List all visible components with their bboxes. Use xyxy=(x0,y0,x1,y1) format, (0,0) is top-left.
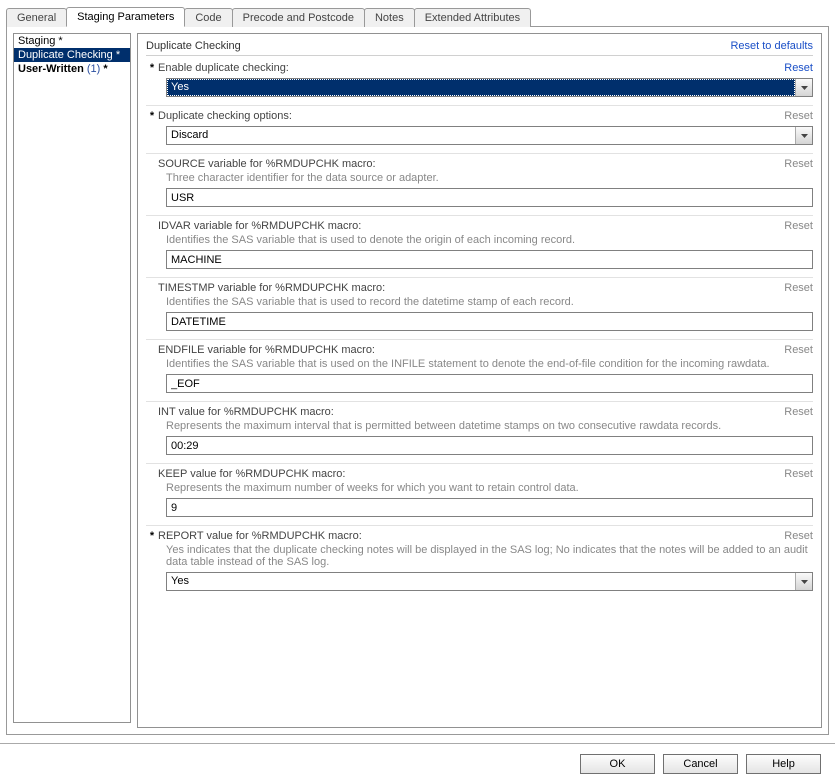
reset-link[interactable]: Reset xyxy=(784,406,813,418)
chevron-down-icon[interactable] xyxy=(795,79,812,96)
chevron-down-icon[interactable] xyxy=(795,573,812,590)
tab-general[interactable]: General xyxy=(6,8,67,27)
field-block: TIMESTMP variable for %RMDUPCHK macro:Re… xyxy=(146,282,813,340)
reset-link[interactable]: Reset xyxy=(784,110,813,122)
text-input[interactable] xyxy=(166,312,813,331)
select-input[interactable]: Yes xyxy=(166,572,813,591)
reset-link[interactable]: Reset xyxy=(784,468,813,480)
field-description: Identifies the SAS variable that is used… xyxy=(146,294,813,312)
tab-precode-and-postcode[interactable]: Precode and Postcode xyxy=(232,8,365,27)
text-input[interactable] xyxy=(166,374,813,393)
select-value: Discard xyxy=(167,127,795,144)
field-block: SOURCE variable for %RMDUPCHK macro:Rese… xyxy=(146,158,813,216)
field-block: *Enable duplicate checking:Reset Yes xyxy=(146,62,813,106)
reset-link[interactable]: Reset xyxy=(784,158,813,170)
text-input[interactable] xyxy=(166,436,813,455)
select-input[interactable]: Yes xyxy=(166,78,813,97)
reset-link[interactable]: Reset xyxy=(784,282,813,294)
sidebar-item-label: Duplicate Checking * xyxy=(18,49,120,61)
sidebar-item[interactable]: Duplicate Checking * xyxy=(14,48,130,62)
text-input[interactable] xyxy=(166,498,813,517)
field-label: SOURCE variable for %RMDUPCHK macro: xyxy=(158,158,784,170)
required-indicator: * xyxy=(146,530,158,542)
sidebar-item-count: (1) xyxy=(84,63,101,75)
field-block: *Duplicate checking options:Reset Discard xyxy=(146,110,813,154)
cancel-button[interactable]: Cancel xyxy=(663,754,738,774)
field-label: KEEP value for %RMDUPCHK macro: xyxy=(158,468,784,480)
reset-link[interactable]: Reset xyxy=(784,530,813,542)
field-block: ENDFILE variable for %RMDUPCHK macro:Res… xyxy=(146,344,813,402)
field-block: *REPORT value for %RMDUPCHK macro:ResetY… xyxy=(146,530,813,599)
sidebar-item-label: User-Written xyxy=(18,63,84,75)
tab-staging-parameters[interactable]: Staging Parameters xyxy=(66,7,185,27)
field-label: REPORT value for %RMDUPCHK macro: xyxy=(158,530,784,542)
select-value: Yes xyxy=(167,79,795,96)
field-description: Three character identifier for the data … xyxy=(146,170,813,188)
field-description: Identifies the SAS variable that is used… xyxy=(146,232,813,250)
field-block: IDVAR variable for %RMDUPCHK macro:Reset… xyxy=(146,220,813,278)
field-label: INT value for %RMDUPCHK macro: xyxy=(158,406,784,418)
main-panel: Duplicate Checking Reset to defaults *En… xyxy=(137,33,822,728)
field-description: Yes indicates that the duplicate checkin… xyxy=(146,542,813,572)
sidebar-item[interactable]: Staging * xyxy=(14,34,130,48)
reset-link[interactable]: Reset xyxy=(784,62,813,74)
text-input[interactable] xyxy=(166,188,813,207)
required-indicator: * xyxy=(146,110,158,122)
field-label: Duplicate checking options: xyxy=(158,110,784,122)
select-input[interactable]: Discard xyxy=(166,126,813,145)
field-description: Represents the maximum number of weeks f… xyxy=(146,480,813,498)
field-label: IDVAR variable for %RMDUPCHK macro: xyxy=(158,220,784,232)
tab-bar: GeneralStaging ParametersCodePrecode and… xyxy=(6,6,829,27)
field-block: KEEP value for %RMDUPCHK macro:ResetRepr… xyxy=(146,468,813,526)
required-indicator: * xyxy=(146,62,158,74)
field-block: INT value for %RMDUPCHK macro:ResetRepre… xyxy=(146,406,813,464)
tab-extended-attributes[interactable]: Extended Attributes xyxy=(414,8,531,27)
field-label: ENDFILE variable for %RMDUPCHK macro: xyxy=(158,344,784,356)
panel-title: Duplicate Checking xyxy=(146,40,241,52)
reset-link[interactable]: Reset xyxy=(784,220,813,232)
field-label: TIMESTMP variable for %RMDUPCHK macro: xyxy=(158,282,784,294)
ok-button[interactable]: OK xyxy=(580,754,655,774)
sidebar-item-label: Staging * xyxy=(18,35,63,47)
chevron-down-icon[interactable] xyxy=(795,127,812,144)
dialog-button-bar: OK Cancel Help xyxy=(0,743,835,784)
text-input[interactable] xyxy=(166,250,813,269)
field-label: Enable duplicate checking: xyxy=(158,62,784,74)
field-description: Identifies the SAS variable that is used… xyxy=(146,356,813,374)
sidebar-item[interactable]: User-Written (1) * xyxy=(14,62,130,76)
side-list: Staging *Duplicate Checking *User-Writte… xyxy=(13,33,131,723)
reset-link[interactable]: Reset xyxy=(784,344,813,356)
help-button[interactable]: Help xyxy=(746,754,821,774)
reset-to-defaults-link[interactable]: Reset to defaults xyxy=(730,40,813,52)
field-description: Represents the maximum interval that is … xyxy=(146,418,813,436)
tab-content: Staging *Duplicate Checking *User-Writte… xyxy=(6,27,829,735)
select-value: Yes xyxy=(167,573,795,590)
tab-code[interactable]: Code xyxy=(184,8,232,27)
tab-notes[interactable]: Notes xyxy=(364,8,415,27)
